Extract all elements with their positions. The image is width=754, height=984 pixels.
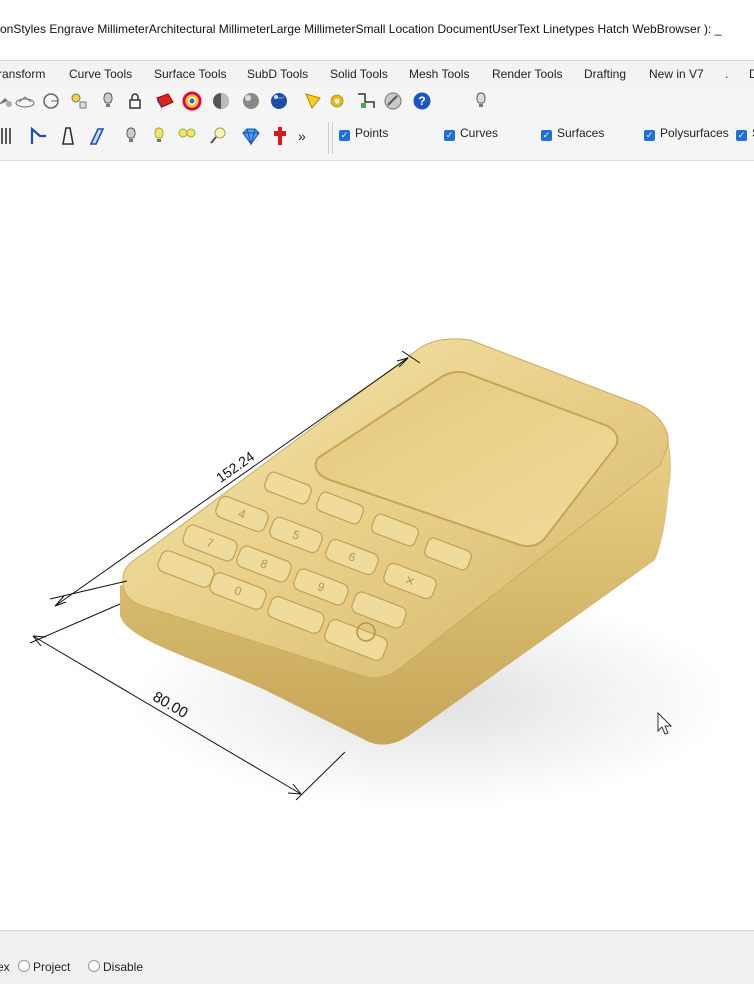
tab-transform[interactable]: ransform — [0, 67, 45, 81]
radio-icon — [18, 960, 30, 972]
ground-plane-icon[interactable] — [14, 90, 36, 112]
help-icon[interactable]: ? — [411, 90, 433, 112]
tab-drafting[interactable]: Drafting — [584, 67, 626, 81]
project-radio[interactable]: Project — [18, 960, 70, 974]
pipe-icon[interactable] — [28, 125, 50, 147]
tab-solid-tools[interactable]: Solid Tools — [330, 67, 388, 81]
osnap-status-bar: ex Project Disable — [0, 930, 754, 984]
lights-group-icon[interactable] — [176, 125, 198, 147]
toolbar-separator — [332, 122, 333, 154]
check-icon: ✓ — [644, 130, 655, 141]
render-canvas: 4 5 6 7 8 9 0 × 152.24 80.00 — [29, 338, 730, 810]
light-probe-icon[interactable] — [207, 125, 229, 147]
camera-icon[interactable] — [40, 90, 62, 112]
light-off-icon[interactable] — [120, 125, 142, 147]
tab-curve-tools[interactable]: Curve Tools — [69, 67, 132, 81]
check-icon: ✓ — [339, 130, 350, 141]
tab-render-tools[interactable]: Render Tools — [492, 67, 563, 81]
color-wheel-icon[interactable] — [181, 90, 203, 112]
spotlight-icon[interactable] — [97, 90, 119, 112]
material-icon[interactable] — [154, 90, 176, 112]
command-line-text: onStyles Engrave MillimeterArchitectural… — [0, 22, 722, 36]
check-icon: ✓ — [444, 130, 455, 141]
check-icon: ✓ — [541, 130, 552, 141]
radio-icon — [88, 960, 100, 972]
render-toolbar: ? — [0, 87, 754, 116]
decal-icon[interactable] — [382, 90, 404, 112]
toolbar-tabs: ransform Curve Tools Surface Tools SubD … — [0, 61, 754, 88]
perspective-viewport[interactable]: 4 5 6 7 8 9 0 × 152.24 80.00 — [0, 161, 754, 930]
svg-text:?: ? — [418, 94, 425, 108]
filter-s-checkbox[interactable]: ✓S — [736, 126, 754, 141]
taper-icon[interactable] — [57, 125, 79, 147]
lock-icon[interactable] — [124, 90, 146, 112]
tab-overflow-dot[interactable]: . — [725, 67, 728, 81]
flow-icon[interactable] — [86, 125, 108, 147]
environment-icon[interactable] — [240, 90, 262, 112]
tab-surface-tools[interactable]: Surface Tools — [154, 67, 227, 81]
tab-subd-tools[interactable]: SubD Tools — [247, 67, 308, 81]
globe-icon[interactable] — [268, 90, 290, 112]
snapshot-icon[interactable] — [355, 90, 377, 112]
more-tools-button[interactable]: » — [298, 128, 306, 144]
tab-mesh-tools[interactable]: Mesh Tools — [409, 67, 469, 81]
light-group-icon[interactable] — [68, 90, 90, 112]
split-icon[interactable] — [0, 125, 18, 147]
status-vertex-label: ex — [0, 960, 10, 974]
gem-icon[interactable] — [240, 125, 262, 147]
toolbar-separator — [328, 122, 329, 154]
disable-radio[interactable]: Disable — [88, 960, 143, 974]
tab-d[interactable]: D — [749, 67, 754, 81]
render-sphere-icon[interactable] — [210, 90, 232, 112]
filter-curves-checkbox[interactable]: ✓ Curves — [444, 126, 498, 141]
filter-polysurfaces-checkbox[interactable]: ✓ Polysurfaces — [644, 126, 729, 141]
pin-tool-icon[interactable] — [269, 125, 291, 147]
tab-new-in-v7[interactable]: New in V7 — [649, 67, 704, 81]
light-bulb-icon[interactable] — [470, 90, 492, 112]
command-history: onStyles Engrave MillimeterArchitectural… — [0, 0, 754, 61]
settings-gear-icon[interactable] — [326, 90, 348, 112]
check-icon: ✓ — [736, 130, 747, 141]
sunlight-icon[interactable] — [302, 90, 324, 112]
light-on-icon[interactable] — [148, 125, 170, 147]
filter-surfaces-checkbox[interactable]: ✓ Surfaces — [541, 126, 604, 141]
filter-points-checkbox[interactable]: ✓ Points — [339, 126, 388, 141]
